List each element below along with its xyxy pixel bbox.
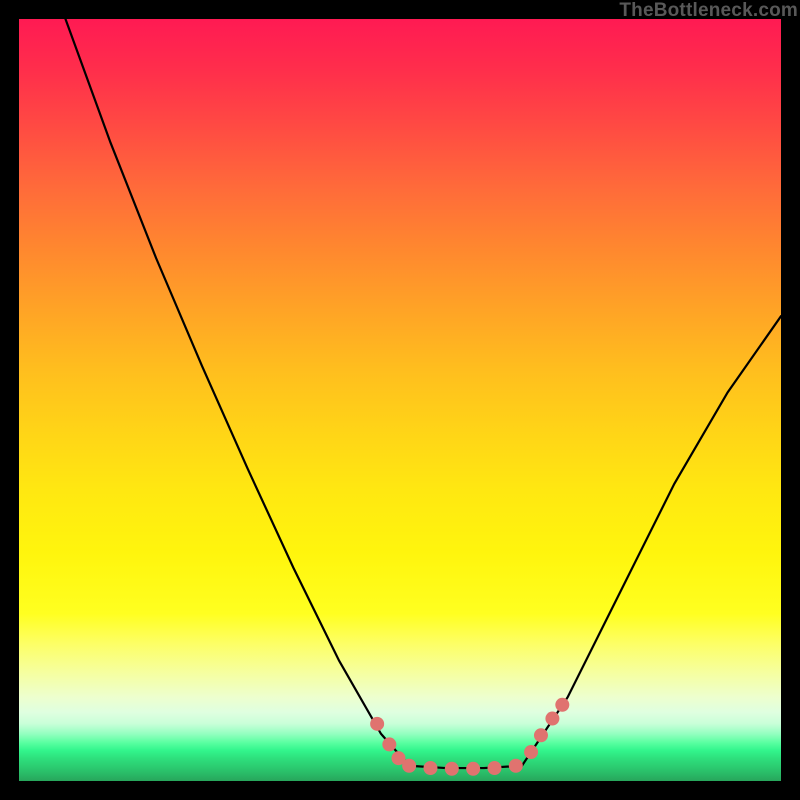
curve-marker bbox=[509, 759, 523, 773]
curve-marker bbox=[402, 759, 416, 773]
chart-svg bbox=[19, 19, 781, 781]
curve-marker bbox=[487, 761, 501, 775]
curve-marker bbox=[524, 745, 538, 759]
curve-marker bbox=[382, 737, 396, 751]
curve-markers bbox=[370, 698, 569, 776]
curve-marker bbox=[555, 698, 569, 712]
curve-marker bbox=[534, 728, 548, 742]
chart-frame bbox=[19, 19, 781, 781]
curve-marker bbox=[545, 712, 559, 726]
curve-marker bbox=[466, 762, 480, 776]
bottleneck-curve bbox=[65, 19, 781, 768]
curve-marker bbox=[445, 762, 459, 776]
curve-marker bbox=[370, 717, 384, 731]
curve-marker bbox=[423, 761, 437, 775]
